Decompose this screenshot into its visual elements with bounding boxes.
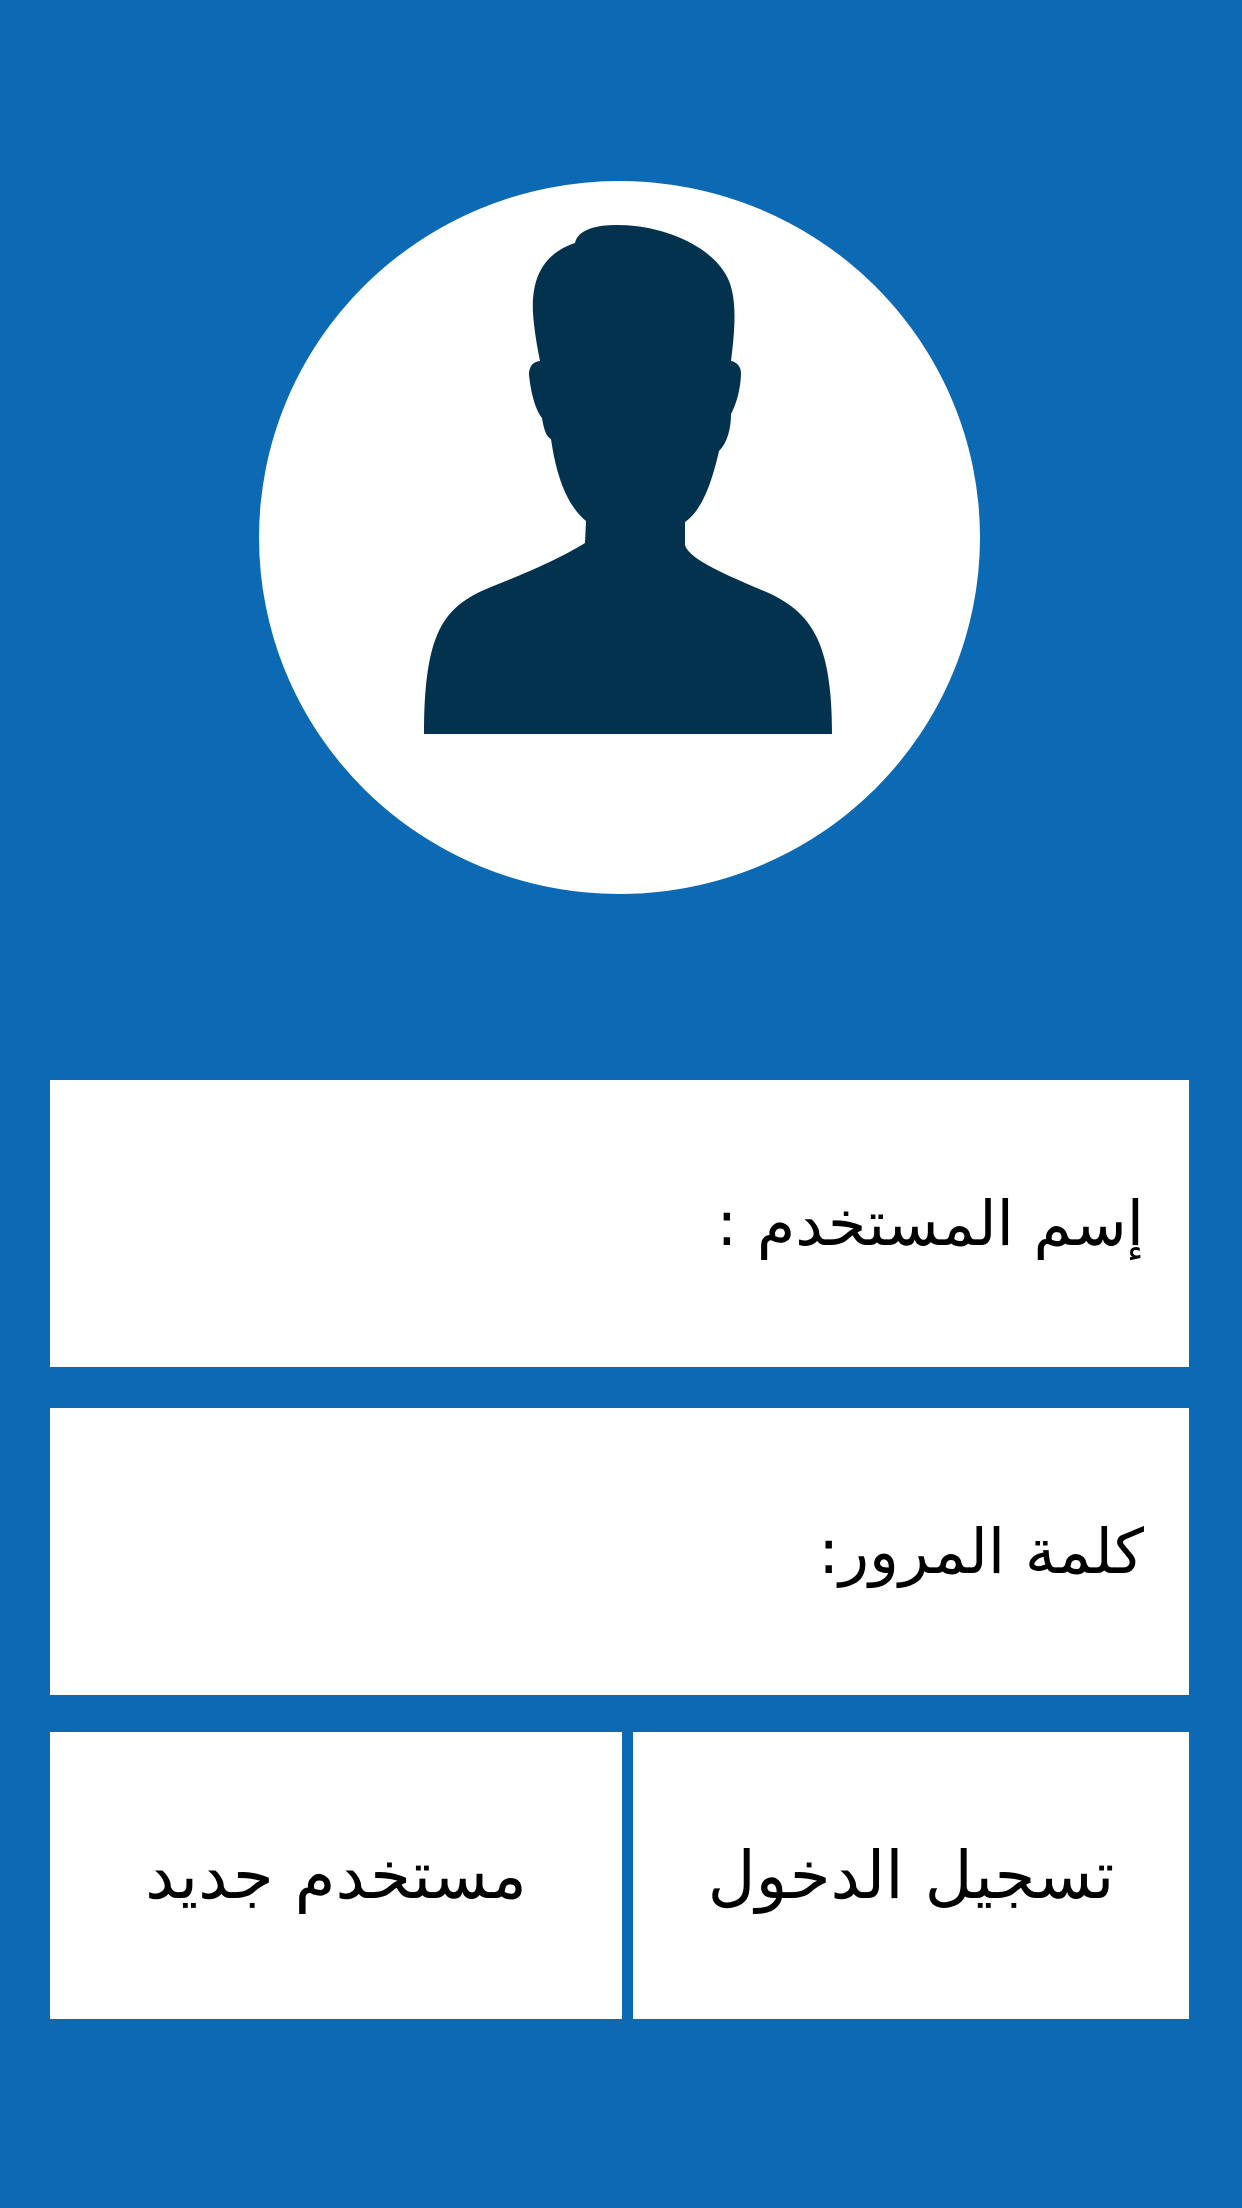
- username-label: إسم المستخدم :: [716, 1186, 1144, 1260]
- login-button[interactable]: تسجيل الدخول: [633, 1732, 1189, 2019]
- username-field[interactable]: إسم المستخدم :: [0, 1079, 1189, 1368]
- username-input[interactable]: [0, 1079, 697, 1368]
- user-silhouette-icon: [424, 225, 832, 734]
- password-label: كلمة المرور:: [818, 1514, 1144, 1588]
- password-input[interactable]: [72, 1407, 799, 1696]
- password-field[interactable]: كلمة المرور:: [50, 1407, 1189, 1696]
- avatar: [259, 181, 980, 894]
- new-user-button[interactable]: مستخدم جديد: [50, 1732, 622, 2019]
